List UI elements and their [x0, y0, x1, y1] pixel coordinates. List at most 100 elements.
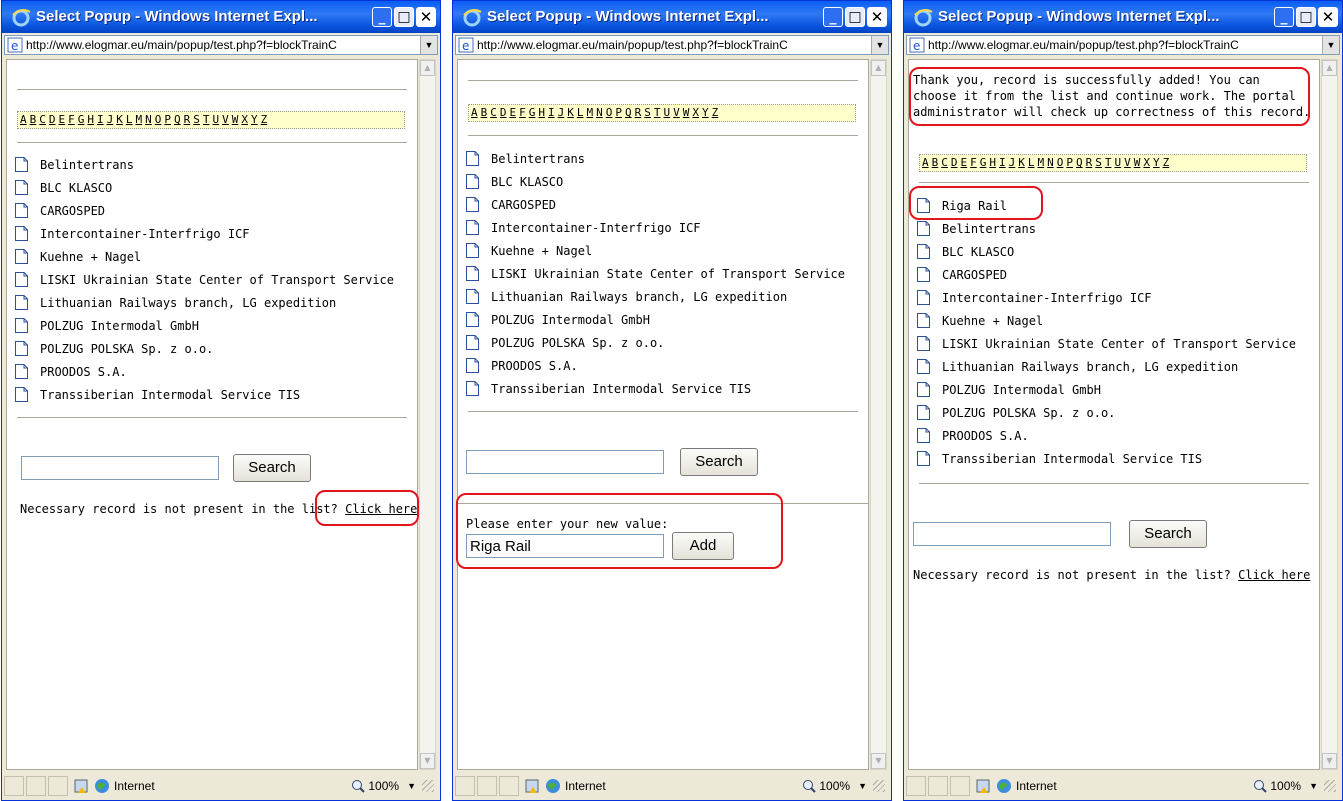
- letter-link[interactable]: I: [548, 106, 555, 119]
- letter-link[interactable]: E: [961, 156, 968, 169]
- letter-link[interactable]: T: [1105, 156, 1112, 169]
- title-bar[interactable]: Select Popup - Windows Internet Expl... …: [453, 1, 891, 33]
- list-item[interactable]: Transsiberian Intermodal Service TIS: [466, 377, 845, 400]
- letter-link[interactable]: S: [193, 113, 200, 126]
- letter-link[interactable]: R: [635, 106, 642, 119]
- letter-link[interactable]: S: [1095, 156, 1102, 169]
- letter-link[interactable]: V: [222, 113, 229, 126]
- list-item[interactable]: Kuehne + Nagel: [15, 245, 394, 268]
- letter-link[interactable]: A: [20, 113, 27, 126]
- scroll-down-icon[interactable]: ▼: [871, 753, 886, 769]
- letter-link[interactable]: C: [941, 156, 948, 169]
- scroll-up-icon[interactable]: ▲: [420, 60, 435, 76]
- letter-link[interactable]: C: [490, 106, 497, 119]
- list-item[interactable]: Lithuanian Railways branch, LG expeditio…: [466, 285, 845, 308]
- address-bar[interactable]: e http://www.elogmar.eu/main/popup/test.…: [906, 35, 1340, 55]
- list-item[interactable]: BLC KLASCO: [917, 240, 1296, 263]
- letter-link[interactable]: H: [87, 113, 94, 126]
- search-button[interactable]: Search: [233, 454, 311, 482]
- letter-link[interactable]: K: [567, 106, 574, 119]
- list-item[interactable]: POLZUG Intermodal GmbH: [917, 378, 1296, 401]
- scroll-up-icon[interactable]: ▲: [871, 60, 886, 76]
- list-item[interactable]: Belintertrans: [15, 153, 394, 176]
- title-bar[interactable]: Select Popup - Windows Internet Expl... …: [904, 1, 1342, 33]
- search-input[interactable]: [21, 456, 219, 480]
- letter-link[interactable]: T: [654, 106, 661, 119]
- list-item[interactable]: LISKI Ukrainian State Center of Transpor…: [15, 268, 394, 291]
- letter-link[interactable]: R: [1086, 156, 1093, 169]
- letter-link[interactable]: E: [510, 106, 517, 119]
- letter-link[interactable]: N: [1047, 156, 1054, 169]
- letter-link[interactable]: G: [980, 156, 987, 169]
- vertical-scrollbar[interactable]: ▲ ▼: [419, 59, 436, 770]
- letter-link[interactable]: Y: [702, 106, 709, 119]
- search-input[interactable]: [466, 450, 664, 474]
- letter-link[interactable]: K: [116, 113, 123, 126]
- letter-link[interactable]: B: [481, 106, 488, 119]
- letter-link[interactable]: A: [922, 156, 929, 169]
- list-item[interactable]: Belintertrans: [917, 217, 1296, 240]
- letter-link[interactable]: D: [49, 113, 56, 126]
- search-button[interactable]: Search: [1129, 520, 1207, 548]
- scroll-down-icon[interactable]: ▼: [1322, 753, 1337, 769]
- letter-link[interactable]: D: [500, 106, 507, 119]
- letter-link[interactable]: R: [184, 113, 191, 126]
- vertical-scrollbar[interactable]: ▲ ▼: [1321, 59, 1338, 770]
- letter-link[interactable]: O: [606, 106, 613, 119]
- letter-link[interactable]: Z: [261, 113, 268, 126]
- letter-link[interactable]: H: [989, 156, 996, 169]
- resize-grip[interactable]: [873, 780, 885, 792]
- maximize-button[interactable]: □: [1296, 7, 1316, 27]
- list-item[interactable]: BLC KLASCO: [466, 170, 845, 193]
- list-item[interactable]: LISKI Ukrainian State Center of Transpor…: [917, 332, 1296, 355]
- letter-link[interactable]: Q: [1076, 156, 1083, 169]
- letter-link[interactable]: L: [126, 113, 133, 126]
- close-button[interactable]: ✕: [416, 7, 436, 27]
- list-item[interactable]: CARGOSPED: [466, 193, 845, 216]
- letter-link[interactable]: J: [1009, 156, 1016, 169]
- list-item[interactable]: Transsiberian Intermodal Service TIS: [917, 447, 1296, 470]
- list-item[interactable]: Intercontainer-Interfrigo ICF: [917, 286, 1296, 309]
- letter-link[interactable]: G: [529, 106, 536, 119]
- letter-link[interactable]: L: [1028, 156, 1035, 169]
- title-bar[interactable]: Select Popup - Windows Internet Expl... …: [2, 1, 440, 33]
- list-item[interactable]: BLC KLASCO: [15, 176, 394, 199]
- letter-link[interactable]: X: [692, 106, 699, 119]
- letter-link[interactable]: Y: [1153, 156, 1160, 169]
- list-item[interactable]: Belintertrans: [466, 147, 845, 170]
- list-item[interactable]: POLZUG POLSKA Sp. z o.o.: [15, 337, 394, 360]
- letter-link[interactable]: U: [664, 106, 671, 119]
- address-url[interactable]: http://www.elogmar.eu/main/popup/test.ph…: [26, 38, 420, 52]
- letter-link[interactable]: W: [232, 113, 239, 126]
- list-item[interactable]: Kuehne + Nagel: [917, 309, 1296, 332]
- letter-link[interactable]: Q: [625, 106, 632, 119]
- letter-link[interactable]: P: [1066, 156, 1073, 169]
- search-button[interactable]: Search: [680, 448, 758, 476]
- letter-link[interactable]: M: [136, 113, 143, 126]
- letter-link[interactable]: N: [145, 113, 152, 126]
- minimize-button[interactable]: _: [372, 7, 392, 27]
- letter-link[interactable]: X: [241, 113, 248, 126]
- letter-link[interactable]: K: [1018, 156, 1025, 169]
- chevron-down-icon[interactable]: ▼: [407, 781, 416, 791]
- zoom-control[interactable]: 100% ▼: [802, 779, 889, 793]
- search-input[interactable]: [913, 522, 1111, 546]
- letter-link[interactable]: U: [213, 113, 220, 126]
- list-item[interactable]: PROODOS S.A.: [466, 354, 845, 377]
- letter-link[interactable]: X: [1143, 156, 1150, 169]
- letter-link[interactable]: F: [68, 113, 75, 126]
- letter-link[interactable]: E: [59, 113, 66, 126]
- minimize-button[interactable]: _: [823, 7, 843, 27]
- letter-link[interactable]: O: [1057, 156, 1064, 169]
- resize-grip[interactable]: [422, 780, 434, 792]
- letter-link[interactable]: Y: [251, 113, 258, 126]
- list-item[interactable]: POLZUG POLSKA Sp. z o.o.: [917, 401, 1296, 424]
- letter-link[interactable]: J: [107, 113, 114, 126]
- letter-link[interactable]: T: [203, 113, 210, 126]
- letter-link[interactable]: I: [97, 113, 104, 126]
- maximize-button[interactable]: □: [845, 7, 865, 27]
- chevron-down-icon[interactable]: ▼: [858, 781, 867, 791]
- chevron-down-icon[interactable]: ▼: [420, 36, 437, 54]
- letter-link[interactable]: U: [1115, 156, 1122, 169]
- scroll-up-icon[interactable]: ▲: [1322, 60, 1337, 76]
